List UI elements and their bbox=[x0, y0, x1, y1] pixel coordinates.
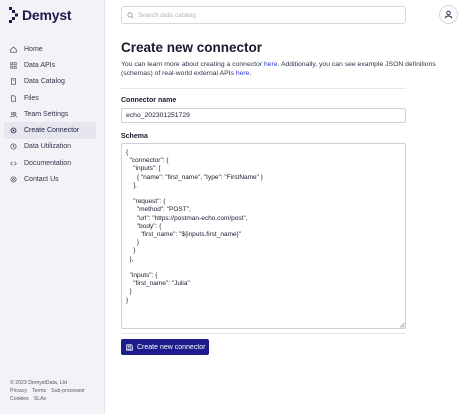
sidebar-item-team-settings[interactable]: Team Settings bbox=[4, 106, 96, 122]
sidebar-item-data-catalog[interactable]: Data Catalog bbox=[4, 74, 96, 90]
copyright-text: © 2023 DemystData, Ltd bbox=[10, 380, 67, 386]
brand-logo[interactable]: Demyst bbox=[9, 6, 72, 24]
footer-link-sub-processor[interactable]: Sub-processor bbox=[51, 388, 85, 394]
footer-link-cookies[interactable]: Cookies bbox=[10, 396, 29, 402]
footer-links-row-2: Cookies SLAs bbox=[10, 395, 90, 403]
footer-links: Privacy Terms Sub-processor bbox=[10, 387, 90, 395]
sidebar-item-label: Home bbox=[24, 45, 43, 53]
footer-link-privacy[interactable]: Privacy bbox=[10, 388, 27, 394]
footer-link-slas[interactable]: SLAs bbox=[34, 396, 46, 402]
brand-name: Demyst bbox=[22, 7, 72, 23]
sidebar-item-label: Data Catalog bbox=[24, 78, 65, 86]
sidebar-item-label: Files bbox=[24, 94, 39, 102]
sidebar-item-data-utilization[interactable]: Data Utilization bbox=[4, 139, 96, 155]
intro-text: You can learn more about creating a conn… bbox=[121, 61, 461, 78]
demyst-logo-icon bbox=[9, 7, 18, 23]
sidebar-item-home[interactable]: Home bbox=[4, 41, 96, 57]
home-icon bbox=[10, 46, 17, 53]
connector-icon bbox=[10, 127, 17, 134]
examples-link[interactable]: here bbox=[236, 70, 250, 77]
sidebar-item-label: Team Settings bbox=[24, 110, 69, 118]
resize-handle-icon[interactable] bbox=[399, 322, 405, 328]
form-divider bbox=[121, 333, 406, 334]
schema-label: Schema bbox=[121, 133, 148, 140]
sidebar-item-contact-us[interactable]: Contact Us bbox=[4, 171, 96, 187]
sidebar-item-create-connector[interactable]: Create Connector bbox=[4, 122, 96, 139]
user-avatar-button[interactable] bbox=[439, 5, 458, 24]
schema-editor[interactable]: { "connector": { "inputs": [ { "name": "… bbox=[121, 143, 406, 329]
save-icon bbox=[126, 343, 133, 351]
contact-icon bbox=[10, 176, 17, 183]
search-icon bbox=[127, 6, 134, 24]
docs-link[interactable]: here bbox=[264, 61, 278, 68]
page-title: Create new connector bbox=[121, 40, 263, 55]
sidebar-nav: Home Data APIs Data Catalog Files Team S… bbox=[4, 41, 96, 188]
sidebar-item-label: Contact Us bbox=[24, 176, 59, 184]
sidebar-item-documentation[interactable]: Documentation bbox=[4, 155, 96, 171]
create-connector-label: Create new connector bbox=[137, 343, 206, 351]
sidebar-footer: © 2023 DemystData, Ltd Privacy Terms Sub-p… bbox=[10, 379, 90, 403]
top-bar bbox=[105, 0, 474, 32]
sidebar-item-label: Documentation bbox=[24, 159, 72, 167]
main-content: Create new connector You can learn more … bbox=[121, 40, 436, 78]
team-icon bbox=[10, 111, 17, 118]
create-connector-button[interactable]: Create new connector bbox=[121, 339, 209, 355]
sidebar-item-data-apis[interactable]: Data APIs bbox=[4, 57, 96, 73]
connector-name-input[interactable] bbox=[121, 108, 406, 123]
sidebar-item-label: Data Utilization bbox=[24, 143, 72, 151]
intro-text-end: . bbox=[249, 69, 252, 77]
code-icon bbox=[10, 160, 17, 167]
sidebar: Demyst Home Data APIs Data Catalog Files bbox=[0, 0, 105, 414]
sidebar-item-files[interactable]: Files bbox=[4, 90, 96, 106]
api-icon bbox=[10, 62, 17, 69]
footer-link-terms[interactable]: Terms bbox=[32, 388, 46, 394]
section-divider bbox=[121, 88, 406, 89]
connector-name-label: Connector name bbox=[121, 97, 177, 104]
sidebar-item-label: Data APIs bbox=[24, 61, 56, 69]
search-input[interactable] bbox=[138, 11, 398, 19]
user-icon bbox=[444, 6, 453, 24]
utilization-icon bbox=[10, 143, 17, 150]
file-icon bbox=[10, 94, 17, 102]
catalog-icon bbox=[10, 78, 17, 85]
intro-text-start: You can learn more about creating a conn… bbox=[121, 61, 264, 68]
search-box[interactable] bbox=[121, 6, 406, 24]
sidebar-item-label: Create Connector bbox=[24, 127, 80, 135]
